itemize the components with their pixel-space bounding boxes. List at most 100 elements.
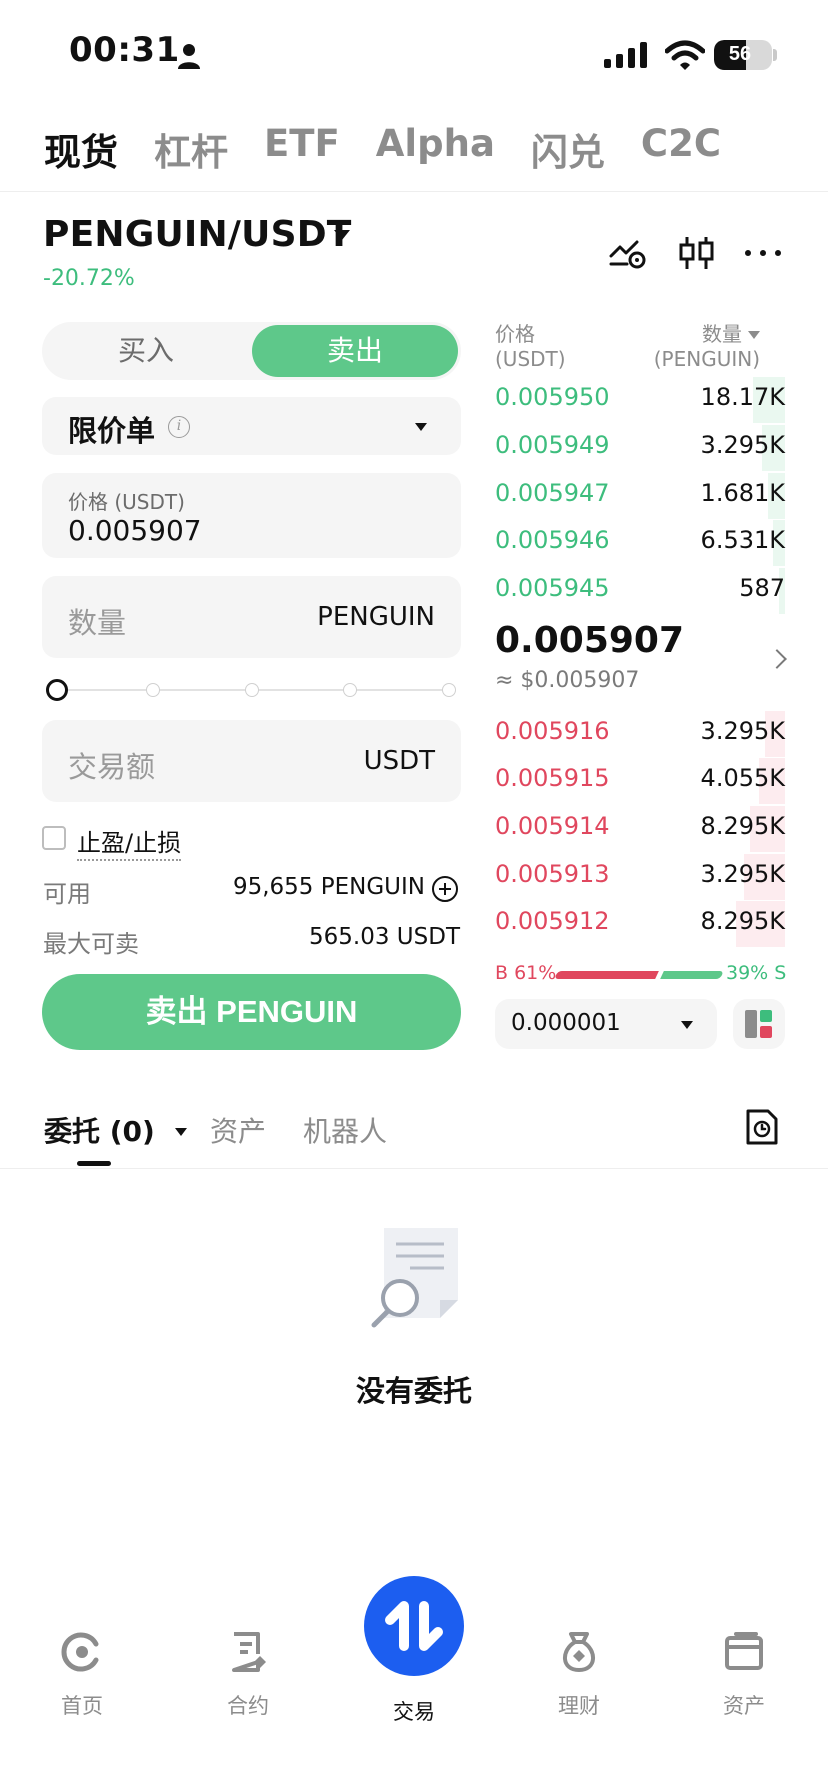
nav-futures[interactable]: 合约: [188, 1630, 308, 1720]
ask-row[interactable]: 0.005950 18.17K: [495, 377, 785, 423]
status-time: 00:31: [69, 30, 180, 70]
ask-qty: 587: [739, 574, 785, 602]
bid-row[interactable]: 0.005912 8.295K: [495, 901, 785, 947]
ask-price: 0.005946: [495, 526, 610, 554]
nav-home-label: 首页: [61, 1694, 103, 1718]
quantity-placeholder: 数量: [68, 606, 127, 640]
ask-qty: 18.17K: [700, 383, 785, 411]
active-tab-indicator: [77, 1161, 111, 1166]
tpsl-checkbox[interactable]: [42, 826, 66, 850]
section-divider: [0, 1168, 828, 1169]
total-amount-input[interactable]: 交易额 USDT: [42, 720, 461, 802]
tick-size-value: 0.000001: [511, 1010, 621, 1036]
slider-handle[interactable]: [46, 679, 68, 701]
market-type-tabs: 现货 杠杆 ETF Alpha 闪兑 C2C: [44, 122, 757, 176]
slider-tick-25[interactable]: [146, 683, 160, 697]
nav-earn[interactable]: 理财: [519, 1630, 639, 1720]
chevron-down-icon: [681, 1021, 693, 1029]
order-history-icon[interactable]: [745, 1108, 779, 1146]
tab-etf[interactable]: ETF: [264, 122, 340, 176]
tab-alpha[interactable]: Alpha: [376, 122, 495, 176]
ob-qty-header-label: 数量: [702, 322, 742, 346]
bid-qty: 3.295K: [700, 717, 785, 745]
side-toggle: 买入 卖出: [42, 322, 461, 380]
bid-row[interactable]: 0.005916 3.295K: [495, 711, 785, 757]
chevron-right-icon[interactable]: [767, 649, 787, 669]
bid-qty: 4.055K: [700, 764, 785, 792]
tab-c2c[interactable]: C2C: [641, 122, 721, 176]
bid-row[interactable]: 0.005914 8.295K: [495, 806, 785, 852]
bid-qty: 8.295K: [700, 812, 785, 840]
nav-assets-label: 资产: [723, 1694, 765, 1718]
ob-qty-header-unit: (PENGUIN): [653, 347, 760, 371]
nav-earn-label: 理财: [558, 1694, 600, 1718]
bid-row[interactable]: 0.005913 3.295K: [495, 854, 785, 900]
quantity-input[interactable]: 数量 PENGUIN: [42, 576, 461, 658]
ask-row[interactable]: 0.005949 3.295K: [495, 425, 785, 471]
slider-tick-100[interactable]: [442, 683, 456, 697]
slider-tick-50[interactable]: [245, 683, 259, 697]
more-options-icon[interactable]: [744, 234, 782, 272]
candlestick-chart-icon[interactable]: [678, 234, 716, 272]
chevron-down-icon: [748, 331, 760, 339]
max-sell-label: 最大可卖: [43, 930, 139, 958]
slider-tick-75[interactable]: [343, 683, 357, 697]
nav-trade[interactable]: 交易: [354, 1674, 474, 1726]
wallet-icon: [725, 1632, 763, 1670]
ask-row[interactable]: 0.005945 587: [495, 568, 785, 614]
battery-tip: [773, 49, 777, 61]
order-type-select[interactable]: 限价单 i: [42, 397, 461, 455]
trade-fab-button[interactable]: [364, 1576, 464, 1676]
sell-tab[interactable]: 卖出: [252, 325, 458, 377]
quantity-unit: PENGUIN: [317, 602, 435, 632]
ask-row[interactable]: 0.005946 6.531K: [495, 520, 785, 566]
cellular-signal-icon: [604, 42, 647, 68]
empty-state-text: 没有委托: [355, 1374, 472, 1408]
price-input-value[interactable]: 0.005907: [68, 514, 202, 547]
tab-convert[interactable]: 闪兑: [531, 122, 605, 176]
book-layout-button[interactable]: [733, 999, 785, 1049]
wifi-icon: [665, 40, 705, 70]
bid-price: 0.005916: [495, 717, 610, 745]
price-input[interactable]: 价格 (USDT) 0.005907: [42, 473, 461, 558]
available-label: 可用: [43, 880, 91, 908]
tab-bots[interactable]: 机器人: [303, 1110, 387, 1150]
tab-spot[interactable]: 现货: [44, 122, 118, 176]
max-sell-value: 565.03 USDT: [309, 924, 460, 950]
price-alert-icon[interactable]: [609, 234, 647, 272]
earn-icon: [563, 1632, 595, 1673]
battery-icon: 56: [714, 40, 772, 70]
last-price[interactable]: 0.005907: [495, 620, 684, 661]
ob-price-header: 价格 (USDT): [495, 322, 566, 372]
trade-icon: [385, 1601, 443, 1651]
buy-ratio: B 61%: [495, 962, 557, 984]
sell-submit-button[interactable]: 卖出 PENGUIN: [42, 974, 461, 1050]
buy-tab[interactable]: 买入: [42, 322, 250, 380]
buy-ratio-bar: [554, 971, 659, 979]
nav-assets[interactable]: 资产: [684, 1630, 804, 1720]
tab-open-orders[interactable]: 委托 (0): [44, 1110, 187, 1150]
nav-trade-label: 交易: [393, 1700, 435, 1724]
bid-price: 0.005914: [495, 812, 610, 840]
ask-row[interactable]: 0.005947 1.681K: [495, 473, 785, 519]
ask-price: 0.005950: [495, 383, 610, 411]
battery-percent: 56: [728, 43, 752, 65]
nav-home[interactable]: 首页: [22, 1630, 142, 1720]
ob-qty-header[interactable]: 数量 (PENGUIN): [654, 322, 760, 372]
add-funds-icon[interactable]: [432, 876, 458, 902]
bid-row[interactable]: 0.005915 4.055K: [495, 758, 785, 804]
ask-qty: 6.531K: [700, 526, 785, 554]
bid-qty: 3.295K: [700, 860, 785, 888]
tick-size-select[interactable]: 0.000001: [495, 999, 717, 1049]
person-icon: [178, 44, 200, 69]
tab-margin[interactable]: 杠杆: [154, 122, 228, 176]
futures-icon: [232, 1632, 266, 1672]
ask-price: 0.005949: [495, 431, 610, 459]
chevron-down-icon[interactable]: [334, 230, 350, 240]
tab-assets[interactable]: 资产: [210, 1110, 266, 1150]
last-price-usd: ≈ $0.005907: [495, 668, 640, 693]
chevron-down-icon: [174, 1128, 187, 1136]
info-icon[interactable]: i: [168, 416, 190, 438]
pair-selector[interactable]: PENGUIN/USDT: [43, 214, 352, 255]
tpsl-label[interactable]: 止盈/止损: [77, 823, 182, 861]
